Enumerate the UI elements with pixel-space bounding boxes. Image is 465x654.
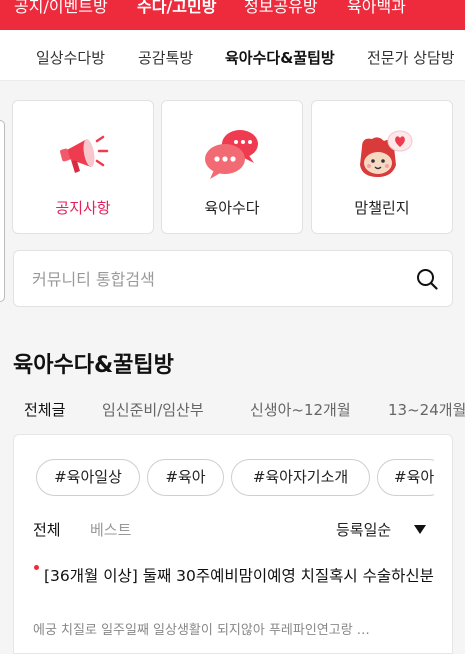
sub-nav-empathy-talk[interactable]: 공감톡방 (138, 47, 193, 68)
category-tabs: 전체글 임신준비/임산부 신생아~12개월 13~24개월 (0, 398, 465, 424)
top-nav-parenting-encyclopedia[interactable]: 육아백과 (347, 0, 406, 15)
post-title[interactable]: [36개월 이상] 둘째 30주예비맘이예영 치질혹시 수술하신분 (44, 565, 444, 588)
chat-bubbles-icon (205, 130, 258, 179)
side-drawer-handle[interactable] (0, 120, 5, 302)
caret-down-icon[interactable] (414, 525, 426, 535)
card-mom-challenge-label: 맘챌린지 (354, 199, 410, 217)
sub-nav-expert-consult[interactable]: 전문가 상담방 (367, 47, 455, 68)
sub-nav-daily-chat[interactable]: 일상수다방 (36, 47, 105, 68)
search-icon[interactable] (416, 268, 438, 290)
card-parenting-chat[interactable]: 육아수다 (161, 100, 303, 234)
filter-best[interactable]: 베스트 (90, 519, 131, 540)
hashtag-chip[interactable]: #육아일상 (36, 459, 140, 496)
heart-character-icon (360, 130, 413, 177)
hashtag-list: #육아일상 #육아 #육아자기소개 #육아 (14, 459, 434, 497)
posts-panel: #육아일상 #육아 #육아자기소개 #육아 전체 베스트 등록일순 [36개월 … (13, 434, 453, 654)
card-notice-label: 공지사항 (55, 199, 111, 217)
top-nav: 공지/이벤트방 수다/고민방 정보공유방 육아백과 (0, 0, 465, 30)
megaphone-icon (60, 135, 109, 173)
tab-pregnancy[interactable]: 임신준비/임산부 (102, 399, 204, 420)
community-search-box (13, 250, 453, 307)
tab-newborn[interactable]: 신생아~12개월 (250, 399, 351, 420)
post-excerpt: 에궁 치질로 일주일째 일상생활이 되지않아 푸레파인연고랑 … (33, 623, 370, 638)
hashtag-chip[interactable]: #육아 (377, 459, 434, 496)
top-nav-notice-events[interactable]: 공지/이벤트방 (14, 0, 108, 15)
sub-nav-parenting-tips[interactable]: 육아수다&꿀팁방 (225, 47, 335, 68)
filter-all[interactable]: 전체 (33, 519, 61, 540)
filter-row: 전체 베스트 등록일순 (14, 519, 452, 543)
hashtag-chip[interactable]: #육아 (147, 459, 224, 496)
tab-all-posts[interactable]: 전체글 (24, 399, 65, 420)
card-notice[interactable]: 공지사항 (12, 100, 154, 234)
sub-nav: 일상수다방 공감톡방 육아수다&꿀팁방 전문가 상담방 (0, 30, 465, 81)
section-title: 육아수다&꿀팁방 (13, 353, 174, 378)
community-search-input[interactable] (32, 267, 392, 291)
card-parenting-chat-label: 육아수다 (204, 199, 260, 217)
top-nav-chat-worries[interactable]: 수다/고민방 (137, 0, 216, 15)
new-post-dot (34, 565, 39, 570)
hashtag-chip[interactable]: #육아자기소개 (231, 459, 370, 496)
card-mom-challenge[interactable]: 맘챌린지 (311, 100, 453, 234)
sort-select[interactable]: 등록일순 (336, 519, 391, 540)
top-nav-info-share[interactable]: 정보공유방 (244, 0, 318, 15)
tab-toddler[interactable]: 13~24개월 (388, 399, 465, 420)
